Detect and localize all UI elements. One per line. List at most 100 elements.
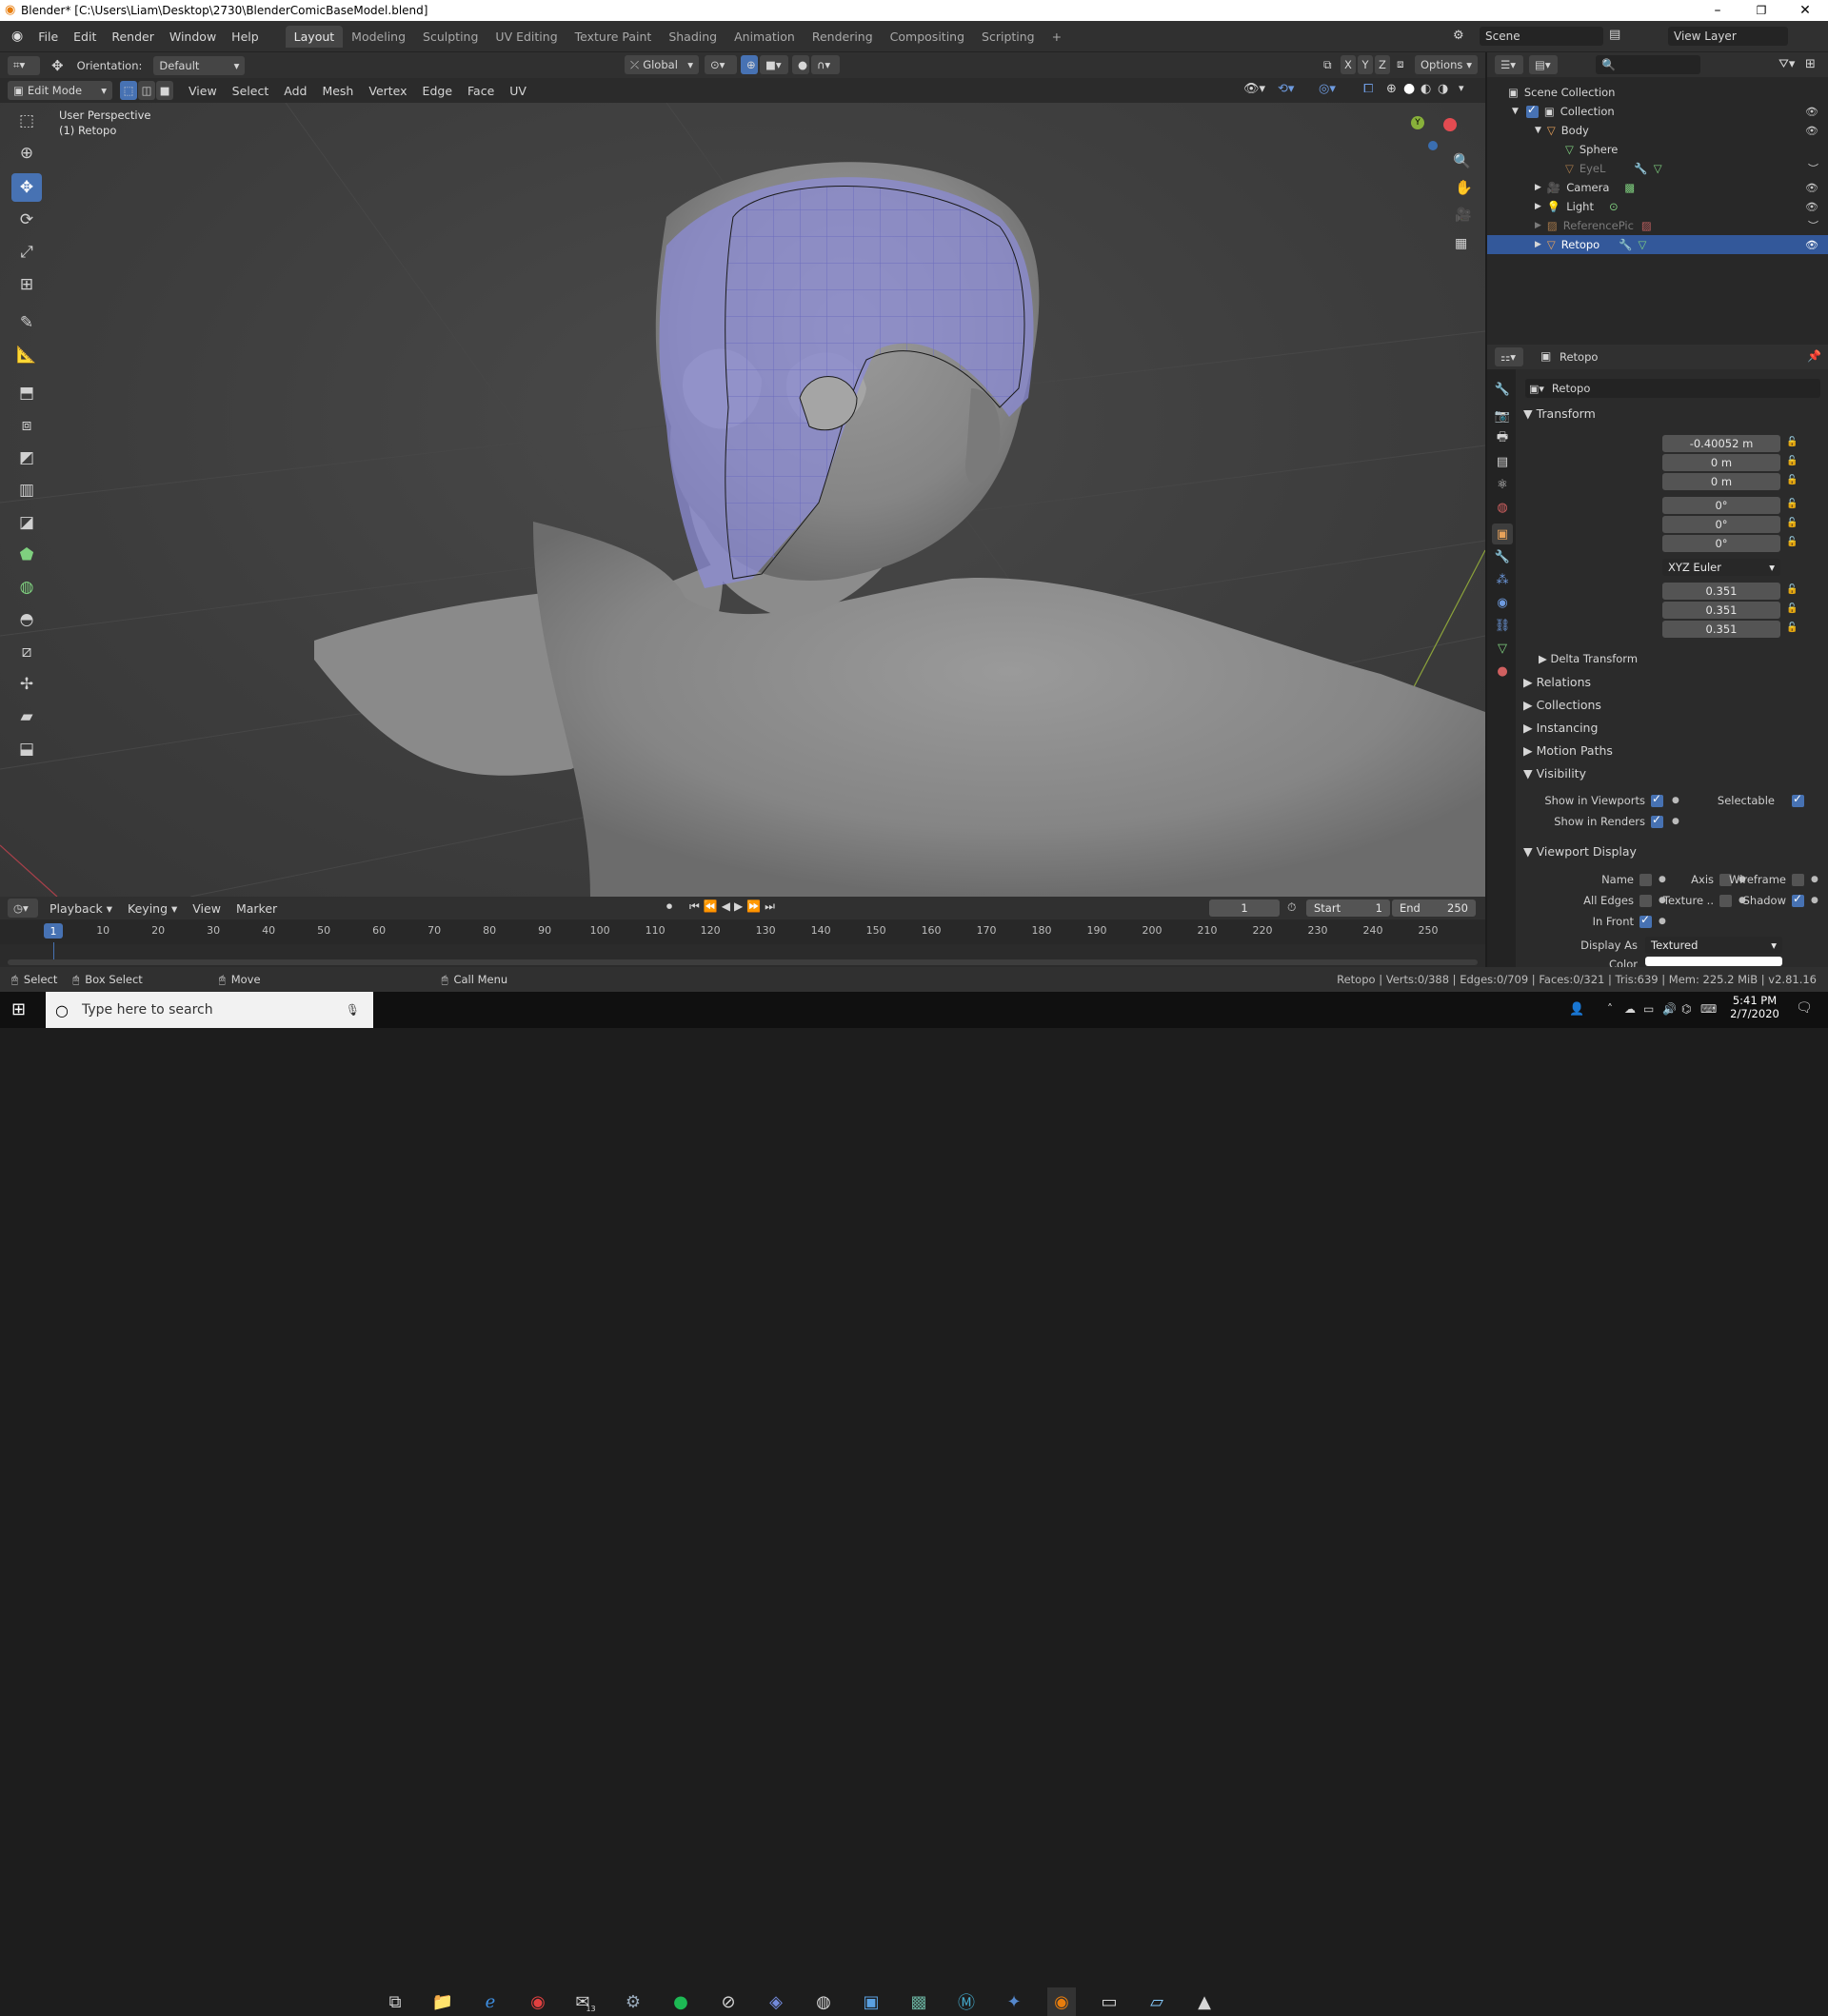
mirror-x-toggle[interactable]: X — [1341, 55, 1356, 74]
tray-chevron-icon[interactable]: ˄ — [1607, 1002, 1613, 1016]
scene-selector[interactable]: Scene — [1480, 27, 1603, 46]
rendered-shading-icon[interactable]: ◑ — [1438, 82, 1448, 96]
overwatch-icon[interactable]: ⊘ — [714, 1987, 743, 2016]
render-tab-icon[interactable]: 📷 — [1492, 405, 1513, 426]
measure-tool-icon[interactable]: 📐 — [11, 341, 42, 369]
shadow-checkbox[interactable] — [1792, 892, 1804, 907]
eye-closed-icon[interactable]: ︶ — [1808, 161, 1818, 176]
menu-help[interactable]: Help — [224, 30, 267, 44]
tab-shading[interactable]: Shading — [660, 26, 725, 48]
layer-icon[interactable]: ▤ — [1609, 28, 1620, 42]
transform-orientation-dropdown[interactable]: ⤫ Global ▾ — [625, 55, 699, 74]
smooth-tool-icon[interactable]: ◓ — [11, 605, 42, 634]
motion-paths-section-header[interactable]: ▶ Motion Paths — [1523, 743, 1613, 758]
rotation-z-field[interactable]: 0° — [1662, 535, 1780, 552]
annotate-tool-icon[interactable]: ✎ — [11, 308, 42, 337]
rotate-tool-icon[interactable]: ⟳ — [11, 206, 42, 234]
extrude-tool-icon[interactable]: ⬒ — [11, 379, 42, 407]
viewport-display-section-header[interactable]: ▼ Viewport Display — [1523, 844, 1637, 859]
editor-type-button[interactable]: ⌗▾ — [8, 55, 40, 75]
timeline-ruler[interactable]: 1102030405060708090100110120130140150160… — [0, 919, 1485, 944]
photoshop-icon[interactable]: ✦ — [1000, 1987, 1028, 2016]
menu-render[interactable]: Render — [104, 30, 162, 44]
in-front-checkbox[interactable] — [1639, 913, 1652, 928]
maximize-button[interactable]: ❐ — [1739, 0, 1783, 21]
windows-start-icon[interactable]: ⊞ — [11, 999, 26, 1019]
scene-tab-icon[interactable]: ⚛ — [1492, 474, 1513, 495]
object-tab-icon[interactable]: ▣ — [1492, 524, 1513, 544]
menu-marker[interactable]: Marker — [228, 901, 285, 916]
rotation-x-field[interactable]: 0° — [1662, 497, 1780, 514]
eye-closed-icon[interactable]: ︶ — [1808, 218, 1818, 233]
rotation-mode-dropdown[interactable]: XYZ Euler ▾ — [1662, 559, 1780, 576]
navigation-gizmo[interactable]: Z Y — [1409, 103, 1457, 150]
location-z-field[interactable]: 0 m — [1662, 473, 1780, 490]
playhead[interactable]: 1 — [44, 923, 63, 939]
menu-keying[interactable]: Keying ▾ — [120, 901, 185, 916]
tab-sculpting[interactable]: Sculpting — [414, 26, 487, 48]
wireframe-shading-icon[interactable]: ⊕ — [1386, 82, 1397, 96]
new-collection-icon[interactable]: ⊞ — [1805, 57, 1816, 71]
world-tab-icon[interactable]: ◍ — [1492, 497, 1513, 518]
keyframe-dot-icon[interactable]: ● — [1672, 796, 1679, 805]
menu-mesh[interactable]: Mesh — [314, 84, 361, 98]
shrink-fatten-tool-icon[interactable]: ✢ — [11, 670, 42, 699]
mail-icon[interactable]: ✉ 13 — [571, 1987, 600, 2016]
xray-icon[interactable]: ⧠ — [1363, 82, 1373, 96]
visibility-icon[interactable]: 👁▾ — [1243, 82, 1265, 96]
cloud-icon[interactable]: ☁ — [1624, 1002, 1636, 1016]
outliner-row-camera[interactable]: ▶ 🎥 Camera ▩ 👁 — [1487, 178, 1828, 197]
lock-icon[interactable]: 🔓 — [1786, 499, 1798, 509]
keyboard-icon[interactable]: ⌨ — [1700, 1002, 1717, 1016]
menu-view[interactable]: View — [181, 84, 225, 98]
material-shading-icon[interactable]: ◐ — [1421, 82, 1431, 96]
network-icon[interactable]: ⌬ — [1681, 1002, 1691, 1016]
people-icon[interactable]: 👤 — [1569, 1002, 1584, 1017]
microphone-icon[interactable]: 🎙 — [346, 1003, 360, 1017]
edge-browser-icon[interactable]: ℯ — [476, 1987, 505, 2016]
collections-section-header[interactable]: ▶ Collections — [1523, 698, 1601, 712]
select-box-tool-icon[interactable]: ⬚ — [11, 107, 42, 135]
ortho-grid-icon[interactable]: ▦ — [1455, 236, 1467, 251]
current-frame-field[interactable]: 1 — [1209, 899, 1280, 917]
end-frame-field[interactable]: End 250 — [1392, 899, 1476, 917]
shading-dropdown-icon[interactable]: ▾ — [1459, 82, 1464, 94]
terminal-icon[interactable]: ▭ — [1095, 1987, 1123, 2016]
spotify-icon[interactable]: ● — [666, 1987, 695, 2016]
taskbar-clock[interactable]: 5:41 PM 2/7/2020 — [1721, 994, 1788, 1020]
modifier-tab-icon[interactable]: 🔧 — [1492, 546, 1513, 567]
chrome-icon[interactable]: ◉ — [524, 1987, 552, 2016]
color-swatch[interactable] — [1645, 957, 1782, 966]
camera-view-icon[interactable]: 🎥 — [1455, 208, 1471, 223]
keyframe-dot-icon[interactable]: ● — [1659, 917, 1666, 926]
lock-icon[interactable]: 🔓 — [1786, 475, 1798, 485]
material-tab-icon[interactable]: ● — [1492, 661, 1513, 682]
pivot-dropdown[interactable]: ⊙▾ — [705, 55, 737, 74]
scale-x-field[interactable]: 0.351 — [1662, 583, 1780, 600]
minimize-button[interactable]: – — [1696, 0, 1739, 21]
inset-tool-icon[interactable]: ⧈ — [11, 411, 42, 440]
outliner-row-sphere[interactable]: ▽ Sphere — [1487, 140, 1828, 159]
gizmo-icon[interactable]: ⟲▾ — [1278, 82, 1294, 96]
timeline-editor-type[interactable]: ◷▾ — [8, 899, 38, 918]
knife-tool-icon[interactable]: ◪ — [11, 508, 42, 537]
snap-target-dropdown[interactable]: ■▾ — [760, 55, 788, 74]
menu-playback[interactable]: Playback ▾ — [42, 901, 120, 916]
wireframe-checkbox[interactable] — [1792, 874, 1804, 886]
m-app-icon[interactable]: Ⓜ — [952, 1987, 981, 2016]
eye-icon[interactable]: 👁 — [1805, 201, 1818, 213]
menu-edit[interactable]: Edit — [66, 30, 104, 44]
clock-icon[interactable]: ⏱ — [1287, 900, 1296, 915]
scale-z-field[interactable]: 0.351 — [1662, 621, 1780, 638]
add-workspace-button[interactable]: + — [1043, 26, 1070, 48]
eye-icon[interactable]: 👁 — [1805, 239, 1818, 251]
eye-icon[interactable]: 👁 — [1805, 106, 1818, 118]
tab-scripting[interactable]: Scripting — [973, 26, 1043, 48]
record-icon[interactable]: ⏺ — [666, 899, 672, 914]
tab-texture-paint[interactable]: Texture Paint — [566, 26, 661, 48]
orientation-dropdown[interactable]: Default ▾ — [153, 55, 246, 75]
scale-tool-icon[interactable]: ⤢ — [11, 238, 42, 267]
menu-add[interactable]: Add — [276, 84, 314, 98]
visibility-section-header[interactable]: ▼ Visibility — [1523, 766, 1586, 781]
tab-modeling[interactable]: Modeling — [343, 26, 414, 48]
